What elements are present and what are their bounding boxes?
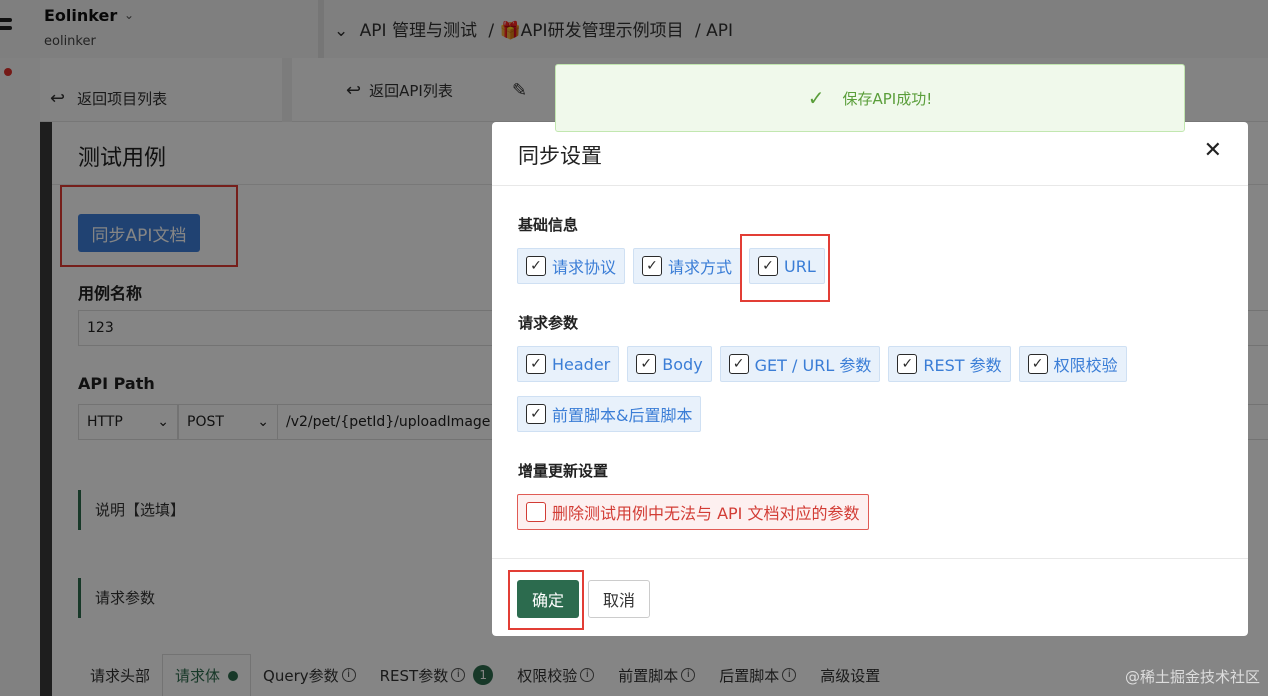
- incremental-update-heading: 增量更新设置: [518, 462, 609, 480]
- request-params-options: ✓ Header ✓ Body ✓ GET / URL 参数 ✓ REST 参数 ✓ 权限…: [517, 346, 1217, 432]
- incremental-update-options: 删除测试用例中无法与 API 文档对应的参数: [517, 494, 1217, 530]
- toast-message: 保存API成功!: [842, 89, 933, 108]
- basic-info-heading: 基础信息: [518, 216, 579, 234]
- sync-settings-dialog: 同步设置 ✕ 基础信息 ✓ 请求协议 ✓ 请求方式 ✓ URL 请求参数 ✓ Heade…: [492, 122, 1248, 636]
- checkbox-checked-icon: ✓: [526, 256, 546, 276]
- checkbox-delete-unmatched-params[interactable]: 删除测试用例中无法与 API 文档对应的参数: [517, 494, 869, 530]
- cancel-button[interactable]: 取消: [588, 580, 650, 618]
- checkbox-rest-params[interactable]: ✓ REST 参数: [888, 346, 1011, 382]
- checkbox-body[interactable]: ✓ Body: [627, 346, 712, 382]
- success-toast: ✓ 保存API成功!: [555, 64, 1185, 132]
- checkbox-label: 请求方式: [668, 258, 733, 277]
- checkbox-checked-icon: ✓: [526, 354, 546, 374]
- request-params-heading: 请求参数: [518, 314, 579, 332]
- close-icon[interactable]: ✕: [1204, 140, 1222, 162]
- checkbox-method[interactable]: ✓ 请求方式: [633, 248, 742, 284]
- dialog-title: 同步设置: [518, 144, 602, 168]
- checkbox-label: 请求协议: [552, 258, 617, 277]
- checkbox-label: 删除测试用例中无法与 API 文档对应的参数: [552, 504, 860, 523]
- checkbox-checked-icon: ✓: [728, 354, 749, 374]
- checkbox-checked-icon: ✓: [636, 354, 657, 374]
- annotation-highlight-box: [740, 234, 830, 302]
- checkbox-auth[interactable]: ✓ 权限校验: [1018, 346, 1127, 382]
- dialog-footer: 确定 取消: [492, 558, 1248, 636]
- checkbox-checked-icon: ✓: [1027, 354, 1048, 374]
- annotation-highlight-box: [508, 570, 584, 630]
- checkbox-label: 权限校验: [1053, 356, 1118, 375]
- checkbox-unchecked-icon: [526, 502, 546, 522]
- checkbox-protocol[interactable]: ✓ 请求协议: [517, 248, 626, 284]
- checkbox-label: GET / URL 参数: [754, 356, 872, 375]
- checkbox-checked-icon: ✓: [897, 354, 918, 374]
- basic-info-options: ✓ 请求协议 ✓ 请求方式 ✓ URL: [517, 248, 1217, 284]
- checkbox-scripts[interactable]: ✓ 前置脚本&后置脚本: [517, 396, 702, 432]
- checkbox-label: Body: [662, 354, 703, 374]
- checkbox-checked-icon: ✓: [642, 256, 663, 276]
- checkbox-label: Header: [552, 354, 611, 374]
- check-icon: ✓: [807, 86, 825, 110]
- checkbox-get-url-params[interactable]: ✓ GET / URL 参数: [719, 346, 881, 382]
- checkbox-label: 前置脚本&后置脚本: [552, 406, 693, 425]
- checkbox-label: REST 参数: [923, 356, 1002, 375]
- checkbox-checked-icon: ✓: [526, 404, 546, 424]
- watermark: @稀土掘金技术社区: [1124, 668, 1260, 686]
- checkbox-header[interactable]: ✓ Header: [517, 346, 620, 382]
